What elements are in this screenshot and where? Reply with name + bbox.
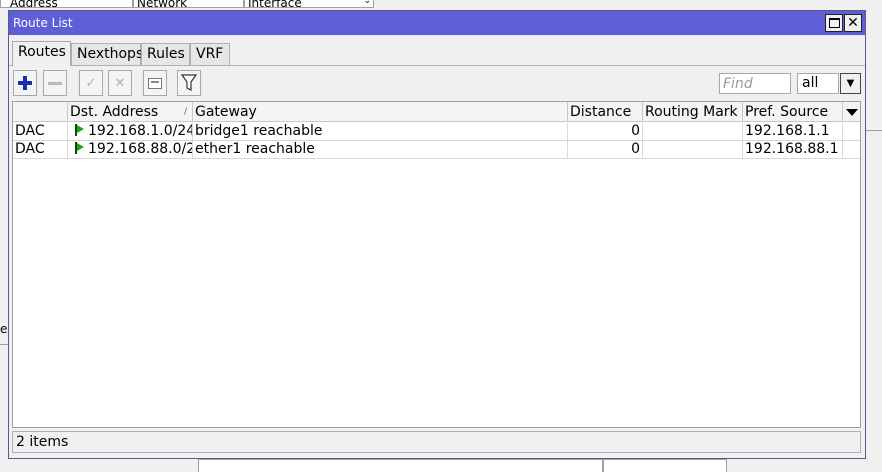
disable-button[interactable]: ✕ [108,70,132,96]
remove-icon [48,81,62,85]
background-divider [866,130,882,131]
close-icon: ✕ [847,15,859,31]
cell-empty [843,141,860,158]
filter-icon [181,74,197,91]
background-column-address: Address [0,0,133,8]
cell-dst-address: 192.168.1.0/24 [68,123,193,140]
background-left-strip [0,10,8,462]
active-route-flag-icon [75,142,85,154]
cell-flags: DAC [13,141,68,158]
maximize-button[interactable] [825,14,843,32]
table-header: Dst. Address / Gateway Distance Routing … [13,102,860,122]
cell-flags: DAC [13,123,68,140]
background-bottom-cell [198,459,603,472]
add-button[interactable] [13,70,37,96]
tab-nexthops[interactable]: Nexthops [71,43,143,65]
cell-pref-source: 192.168.88.1 [743,141,843,158]
active-route-flag-icon [75,124,85,136]
column-menu-button[interactable] [843,102,860,122]
cell-gateway: bridge1 reachable [193,123,568,140]
route-list-window: Route List ✕ Routes Nexthops Rules VRF ✓… [8,10,866,459]
status-bar: 2 items [12,431,861,453]
column-header-gateway[interactable]: Gateway [193,102,568,122]
close-button[interactable]: ✕ [844,14,862,32]
cell-distance: 0 [568,141,643,158]
tab-routes[interactable]: Routes [12,41,71,66]
column-header-pref-source[interactable]: Pref. Source [743,102,843,122]
dst-address-text: 192.168.88.0/24 [88,141,193,157]
comment-icon [148,77,162,89]
window-title-bar[interactable]: Route List ✕ [9,11,865,35]
enable-icon: ✓ [85,75,97,91]
column-header-flags[interactable] [13,102,68,122]
background-bottom-cell [603,459,727,472]
maximize-icon [828,18,840,28]
table-row[interactable]: DAC 192.168.1.0/24 bridge1 reachable 0 1… [13,123,860,141]
background-column-interface: Interface ⌄ [244,0,374,8]
column-header-distance[interactable]: Distance [568,102,643,122]
window-title: Route List [13,16,73,30]
background-right-strip [866,10,882,462]
chevron-down-icon: ⌄ [363,0,371,6]
background-divider [0,344,8,345]
cell-dst-address: 192.168.88.0/24 [68,141,193,158]
cell-pref-source: 192.168.1.1 [743,123,843,140]
filter-select[interactable]: all [797,73,839,94]
disable-icon: ✕ [114,75,126,91]
filter-button[interactable] [177,70,201,96]
comment-button[interactable] [143,70,167,96]
filter-dropdown-button[interactable]: ▼ [840,73,861,94]
column-header-label: Dst. Address [70,104,159,120]
resize-handle[interactable] [861,431,864,453]
add-icon [18,76,32,90]
route-table: Dst. Address / Gateway Distance Routing … [12,101,861,428]
background-left-fragment: e [0,322,8,336]
find-input[interactable] [719,73,791,94]
items-count: 2 items [16,434,69,450]
tab-vrf[interactable]: VRF [190,43,230,65]
cell-routing-mark [643,141,743,158]
tab-rules[interactable]: Rules [141,43,190,65]
column-menu-icon [845,108,858,116]
sort-indicator-icon: / [183,107,187,117]
dropdown-arrow-icon: ▼ [846,77,855,89]
cell-distance: 0 [568,123,643,140]
column-header-routing-mark[interactable]: Routing Mark [643,102,743,122]
remove-button[interactable] [43,70,67,96]
column-header-dst-address[interactable]: Dst. Address / [68,102,193,122]
background-column-network: Network [133,0,244,8]
cell-empty [843,123,860,140]
cell-routing-mark [643,123,743,140]
enable-button[interactable]: ✓ [79,70,103,96]
table-row[interactable]: DAC 192.168.88.0/24 ether1 reachable 0 1… [13,141,860,159]
cell-gateway: ether1 reachable [193,141,568,158]
tab-panel-border [9,65,865,66]
dst-address-text: 192.168.1.0/24 [88,123,193,139]
